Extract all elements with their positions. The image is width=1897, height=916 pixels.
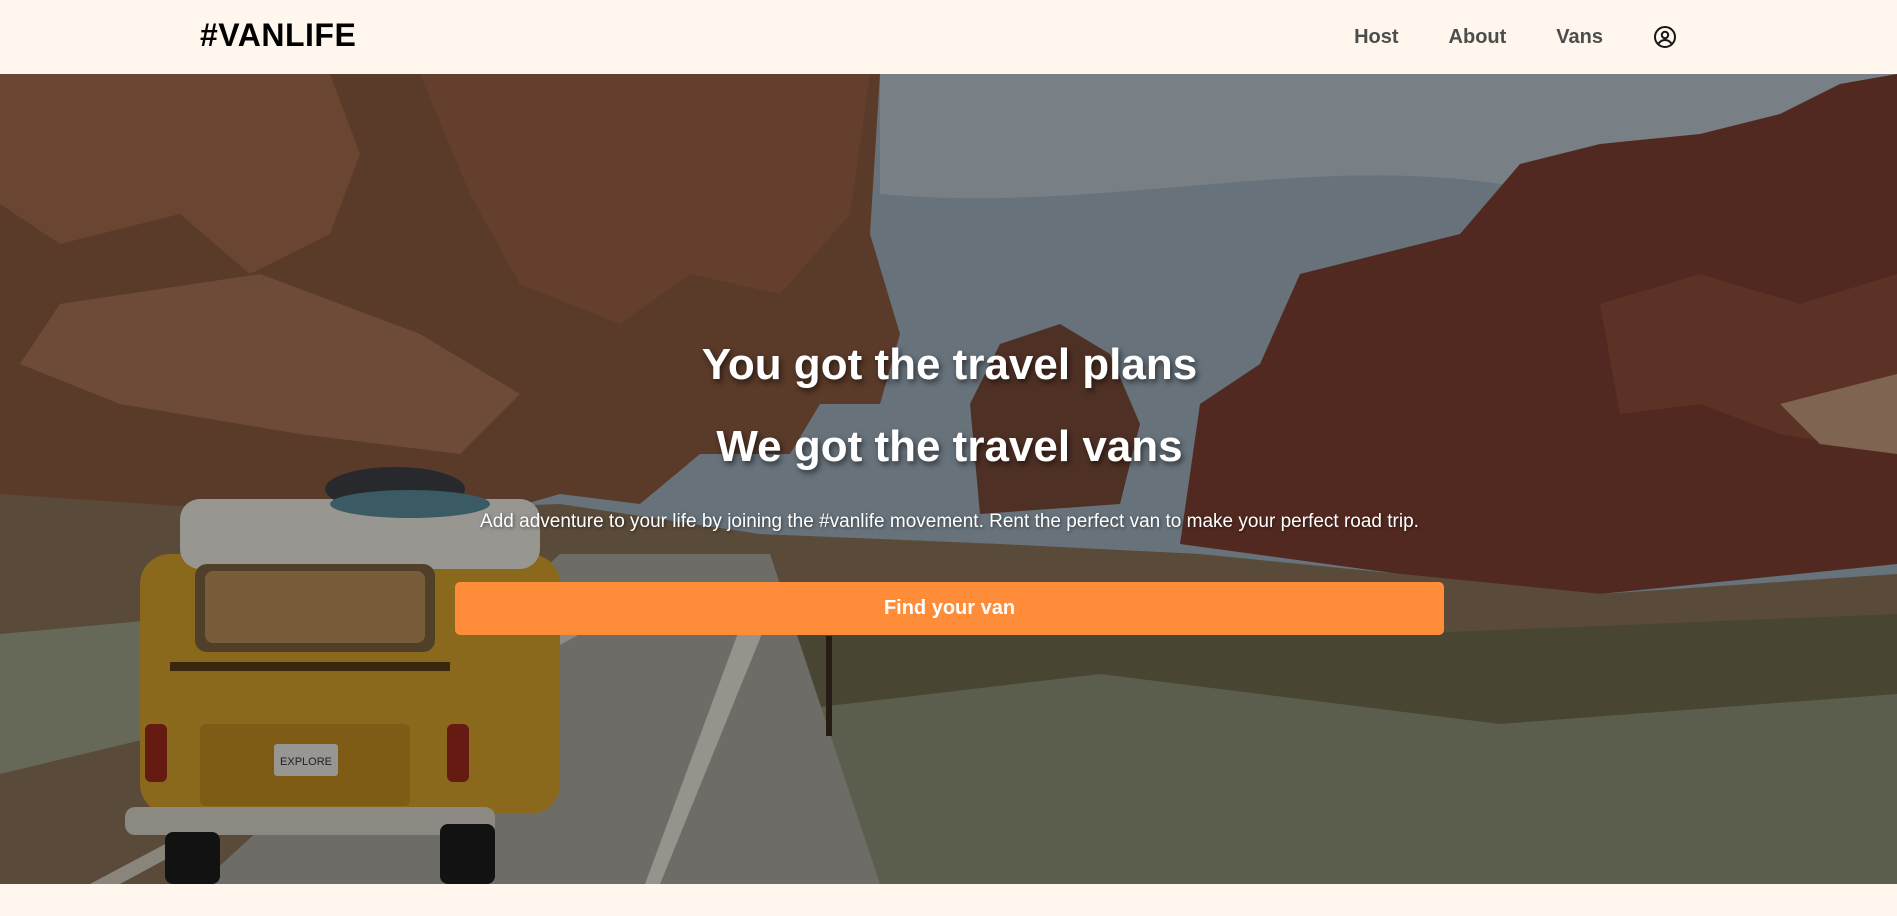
hero-content: You got the travel plans We got the trav…: [455, 324, 1444, 635]
nav-link-host[interactable]: Host: [1354, 26, 1398, 49]
hero-description: Add adventure to your life by joining th…: [480, 511, 1419, 532]
hero-section: EXPLORE You got the travel plans We got …: [0, 74, 1897, 884]
site-logo[interactable]: #VANLIFE: [200, 17, 356, 54]
nav-link-vans[interactable]: Vans: [1556, 26, 1603, 49]
hero-title-line-2: We got the travel vans: [716, 422, 1183, 471]
hero-title-line-1: You got the travel plans: [701, 340, 1198, 389]
navbar: #VANLIFE Host About Vans: [0, 0, 1897, 74]
nav-link-about[interactable]: About: [1449, 26, 1507, 49]
user-circle-icon[interactable]: [1653, 25, 1677, 49]
hero-title: You got the travel plans We got the trav…: [455, 324, 1444, 488]
nav-links: Host About Vans: [1354, 0, 1677, 74]
footer-band: [0, 884, 1897, 916]
find-your-van-button[interactable]: Find your van: [455, 582, 1444, 635]
